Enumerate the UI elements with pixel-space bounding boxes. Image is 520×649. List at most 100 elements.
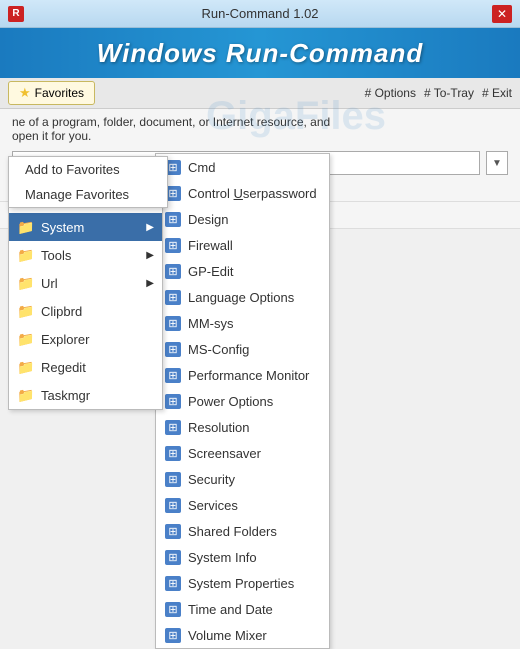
volumemixer-icon: ⊞	[164, 626, 182, 644]
folder-icon-regedit: 📁	[17, 358, 35, 376]
firewall-icon: ⊞	[164, 236, 182, 254]
folder-icon-url: 📁	[17, 274, 35, 292]
submenu-label-resolution: Resolution	[188, 420, 249, 435]
submenu-label-control: Control Userpassword	[188, 186, 317, 201]
resolution-icon: ⊞	[164, 418, 182, 436]
submenu-mmsys[interactable]: ⊞ MM-sys	[156, 310, 329, 336]
system-submenu: ⊞ Cmd ⊞ Control Userpassword ⊞ Design ⊞ …	[155, 153, 330, 649]
submenu-msconfig[interactable]: ⊞ MS-Config	[156, 336, 329, 362]
msconfig-icon: ⊞	[164, 340, 182, 358]
nav-item-tools[interactable]: 📁 Tools ▶	[9, 241, 162, 269]
submenu-label-screensaver: Screensaver	[188, 446, 261, 461]
submenu-poweroptions[interactable]: ⊞ Power Options	[156, 388, 329, 414]
description-text1: ne of a program, folder, document, or In…	[12, 115, 330, 129]
submenu-sharedfolders[interactable]: ⊞ Shared Folders	[156, 518, 329, 544]
submenu-label-sysinfo: System Info	[188, 550, 257, 565]
nav-label-url: Url	[41, 276, 58, 291]
window-title: Run-Command 1.02	[201, 6, 318, 21]
services-icon: ⊞	[164, 496, 182, 514]
submenu-label-msconfig: MS-Config	[188, 342, 249, 357]
submenu-services[interactable]: ⊞ Services	[156, 492, 329, 518]
toolbar-links: # Options # To-Tray # Exit	[365, 86, 512, 100]
nav-label-explorer: Explorer	[41, 332, 89, 347]
star-icon: ★	[19, 85, 31, 101]
options-link[interactable]: # Options	[365, 86, 416, 100]
description-text2: open it for you.	[12, 129, 91, 143]
submenu-label-volumemixer: Volume Mixer	[188, 628, 267, 643]
nav-item-regedit[interactable]: 📁 Regedit	[9, 353, 162, 381]
folder-icon-taskmgr: 📁	[17, 386, 35, 404]
description-row: ne of a program, folder, document, or In…	[0, 109, 520, 147]
submenu-firewall[interactable]: ⊞ Firewall	[156, 232, 329, 258]
submenu-cmd[interactable]: ⊞ Cmd	[156, 154, 329, 180]
submenu-language[interactable]: ⊞ Language Options	[156, 284, 329, 310]
sysinfo-icon: ⊞	[164, 548, 182, 566]
nav-label-system: System	[41, 220, 84, 235]
nav-label-clipbrd: Clipbrd	[41, 304, 82, 319]
nav-item-url[interactable]: 📁 Url ▶	[9, 269, 162, 297]
sharedfolders-icon: ⊞	[164, 522, 182, 540]
submenu-sysprops[interactable]: ⊞ System Properties	[156, 570, 329, 596]
submenu-label-firewall: Firewall	[188, 238, 233, 253]
submenu-label-perfmon: Performance Monitor	[188, 368, 309, 383]
language-icon: ⊞	[164, 288, 182, 306]
submenu-label-poweroptions: Power Options	[188, 394, 273, 409]
favorites-menu: Add to Favorites Manage Favorites	[8, 156, 168, 208]
nav-label-taskmgr: Taskmgr	[41, 388, 90, 403]
design-icon: ⊞	[164, 210, 182, 228]
gpedit-icon: ⊞	[164, 262, 182, 280]
header-banner: Windows Run-Command	[0, 28, 520, 78]
submenu-label-cmd: Cmd	[188, 160, 215, 175]
poweroptions-icon: ⊞	[164, 392, 182, 410]
favorites-label: Favorites	[35, 86, 84, 100]
submenu-sysinfo[interactable]: ⊞ System Info	[156, 544, 329, 570]
submenu-control-userpassword[interactable]: ⊞ Control Userpassword	[156, 180, 329, 206]
nav-item-taskmgr[interactable]: 📁 Taskmgr	[9, 381, 162, 409]
app-icon: R	[8, 6, 24, 22]
manage-favorites-item[interactable]: Manage Favorites	[9, 182, 167, 207]
submenu-label-timedate: Time and Date	[188, 602, 273, 617]
arrow-icon-url: ▶	[146, 278, 154, 289]
perfmon-icon: ⊞	[164, 366, 182, 384]
favorites-button[interactable]: ★ Favorites	[8, 81, 95, 105]
sysprops-icon: ⊞	[164, 574, 182, 592]
folder-icon-system: 📁	[17, 218, 35, 236]
dropdown-arrow[interactable]: ▼	[486, 151, 508, 175]
nav-label-tools: Tools	[41, 248, 71, 263]
to-tray-link[interactable]: # To-Tray	[424, 86, 474, 100]
exit-link[interactable]: # Exit	[482, 86, 512, 100]
submenu-label-security: Security	[188, 472, 235, 487]
submenu-label-language: Language Options	[188, 290, 294, 305]
banner-title: Windows Run-Command	[97, 38, 423, 69]
nav-item-explorer[interactable]: 📁 Explorer	[9, 325, 162, 353]
submenu-screensaver[interactable]: ⊞ Screensaver	[156, 440, 329, 466]
arrow-icon-system: ▶	[146, 222, 154, 233]
submenu-timedate[interactable]: ⊞ Time and Date	[156, 596, 329, 622]
close-button[interactable]: ✕	[492, 5, 512, 23]
toolbar-row: ★ Favorites # Options # To-Tray # Exit	[0, 78, 520, 109]
nav-item-system[interactable]: 📁 System ▶	[9, 213, 162, 241]
folder-icon-tools: 📁	[17, 246, 35, 264]
submenu-perfmon[interactable]: ⊞ Performance Monitor	[156, 362, 329, 388]
folder-icon-explorer: 📁	[17, 330, 35, 348]
submenu-label-design: Design	[188, 212, 228, 227]
submenu-volumemixer[interactable]: ⊞ Volume Mixer	[156, 622, 329, 648]
nav-label-regedit: Regedit	[41, 360, 86, 375]
submenu-resolution[interactable]: ⊞ Resolution	[156, 414, 329, 440]
nav-item-clipbrd[interactable]: 📁 Clipbrd	[9, 297, 162, 325]
folder-icon-clipbrd: 📁	[17, 302, 35, 320]
screensaver-icon: ⊞	[164, 444, 182, 462]
submenu-label-sysprops: System Properties	[188, 576, 294, 591]
submenu-label-services: Services	[188, 498, 238, 513]
submenu-design[interactable]: ⊞ Design	[156, 206, 329, 232]
submenu-security[interactable]: ⊞ Security	[156, 466, 329, 492]
add-to-favorites-item[interactable]: Add to Favorites	[9, 157, 167, 182]
mmsys-icon: ⊞	[164, 314, 182, 332]
submenu-label-sharedfolders: Shared Folders	[188, 524, 277, 539]
submenu-gpedit[interactable]: ⊞ GP-Edit	[156, 258, 329, 284]
title-bar: R Run-Command 1.02 ✕	[0, 0, 520, 28]
security-icon: ⊞	[164, 470, 182, 488]
arrow-icon-tools: ▶	[146, 250, 154, 261]
submenu-label-gpedit: GP-Edit	[188, 264, 234, 279]
main-content: ★ Favorites # Options # To-Tray # Exit n…	[0, 78, 520, 229]
